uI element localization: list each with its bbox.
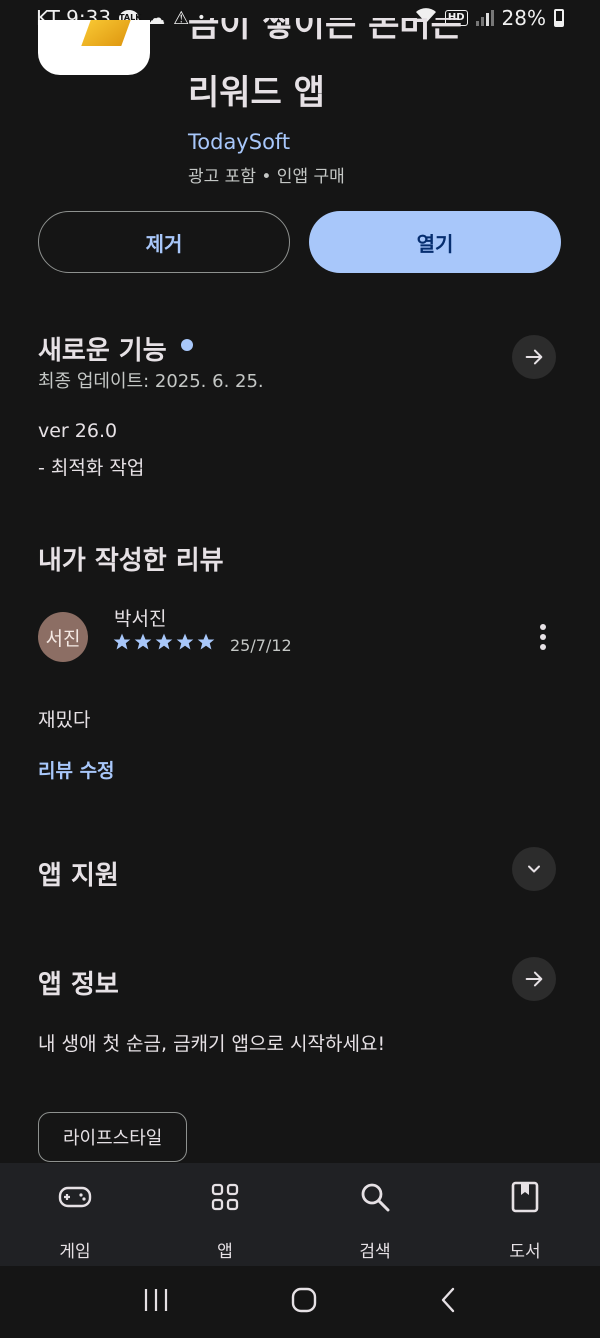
whats-new-header[interactable]: 새로운 기능 [38,330,193,367]
version-text: ver 26.0 [38,420,118,442]
star-icon [134,633,152,650]
nav-label-games: 게임 [59,1242,91,1262]
chevron-down-icon [528,865,540,873]
arrow-right-icon [525,971,543,987]
home-icon [291,1287,317,1313]
new-indicator-dot [180,339,193,351]
avatar: 서진 [38,612,88,662]
uninstall-button[interactable]: 제거 [38,211,290,273]
open-button[interactable]: 열기 [309,211,561,273]
nav-item-search[interactable]: 검색 [300,1163,450,1266]
review-text: 재밌다 [38,709,91,731]
app-info-arrow-button[interactable] [512,957,556,1001]
whats-new-arrow-button[interactable] [512,335,556,379]
book-icon [507,1179,543,1215]
warning-icon: ⚠ [173,7,190,29]
app-title-line1: 금이 쌓이는 돈버는 [188,18,462,45]
app-description: 내 생애 첫 순금, 금캐기 앱으로 시작하세요! [38,1033,386,1055]
reviewer-name: 박서진 [114,608,167,630]
star-icon [176,633,194,650]
app-support-expand-button[interactable] [512,847,556,891]
arrow-right-icon [525,349,543,365]
app-title: 금이 쌓이는 돈버는 리워드 앱 [188,18,568,122]
nav-item-apps[interactable]: 앱 [150,1163,300,1266]
recent-apps-icon [144,1289,168,1311]
star-icon [155,633,173,650]
recent-apps-button[interactable] [142,1287,170,1317]
star-icon [197,633,215,650]
back-button[interactable] [438,1286,458,1318]
app-title-line2: 리워드 앱 [188,73,325,113]
release-notes: - 최적화 작업 [38,457,145,479]
developer-link[interactable]: TodaySoft [188,130,290,154]
nav-label-search: 검색 [359,1242,391,1262]
system-navigation-bar [0,1266,600,1338]
gamepad-icon [57,1179,93,1215]
app-support-title[interactable]: 앱 지원 [38,855,119,892]
nav-item-books[interactable]: 도서 [450,1163,600,1266]
star-rating [112,632,216,652]
review-date: 25/7/12 [230,636,292,655]
last-updated: 최종 업데이트: 2025. 6. 25. [38,371,264,392]
app-icon [38,20,150,75]
more-options-icon[interactable] [530,622,556,652]
bottom-navigation: 게임 앱 검색 도서 [0,1163,600,1266]
nav-label-books: 도서 [509,1242,541,1262]
apps-grid-icon [207,1179,243,1215]
search-icon [357,1179,393,1215]
edit-review-link[interactable]: 리뷰 수정 [38,756,115,783]
category-chip[interactable]: 라이프스타일 [38,1112,188,1162]
app-info-title[interactable]: 앱 정보 [38,964,119,1001]
whats-new-title: 새로운 기능 [38,336,167,366]
back-icon [441,1287,455,1313]
home-button[interactable] [290,1286,318,1318]
app-meta: 광고 포함 • 인앱 구매 [188,167,345,187]
nav-item-games[interactable]: 게임 [0,1163,150,1266]
star-icon [113,633,131,650]
my-review-title: 내가 작성한 리뷰 [38,546,224,576]
nav-label-apps: 앱 [217,1242,233,1262]
